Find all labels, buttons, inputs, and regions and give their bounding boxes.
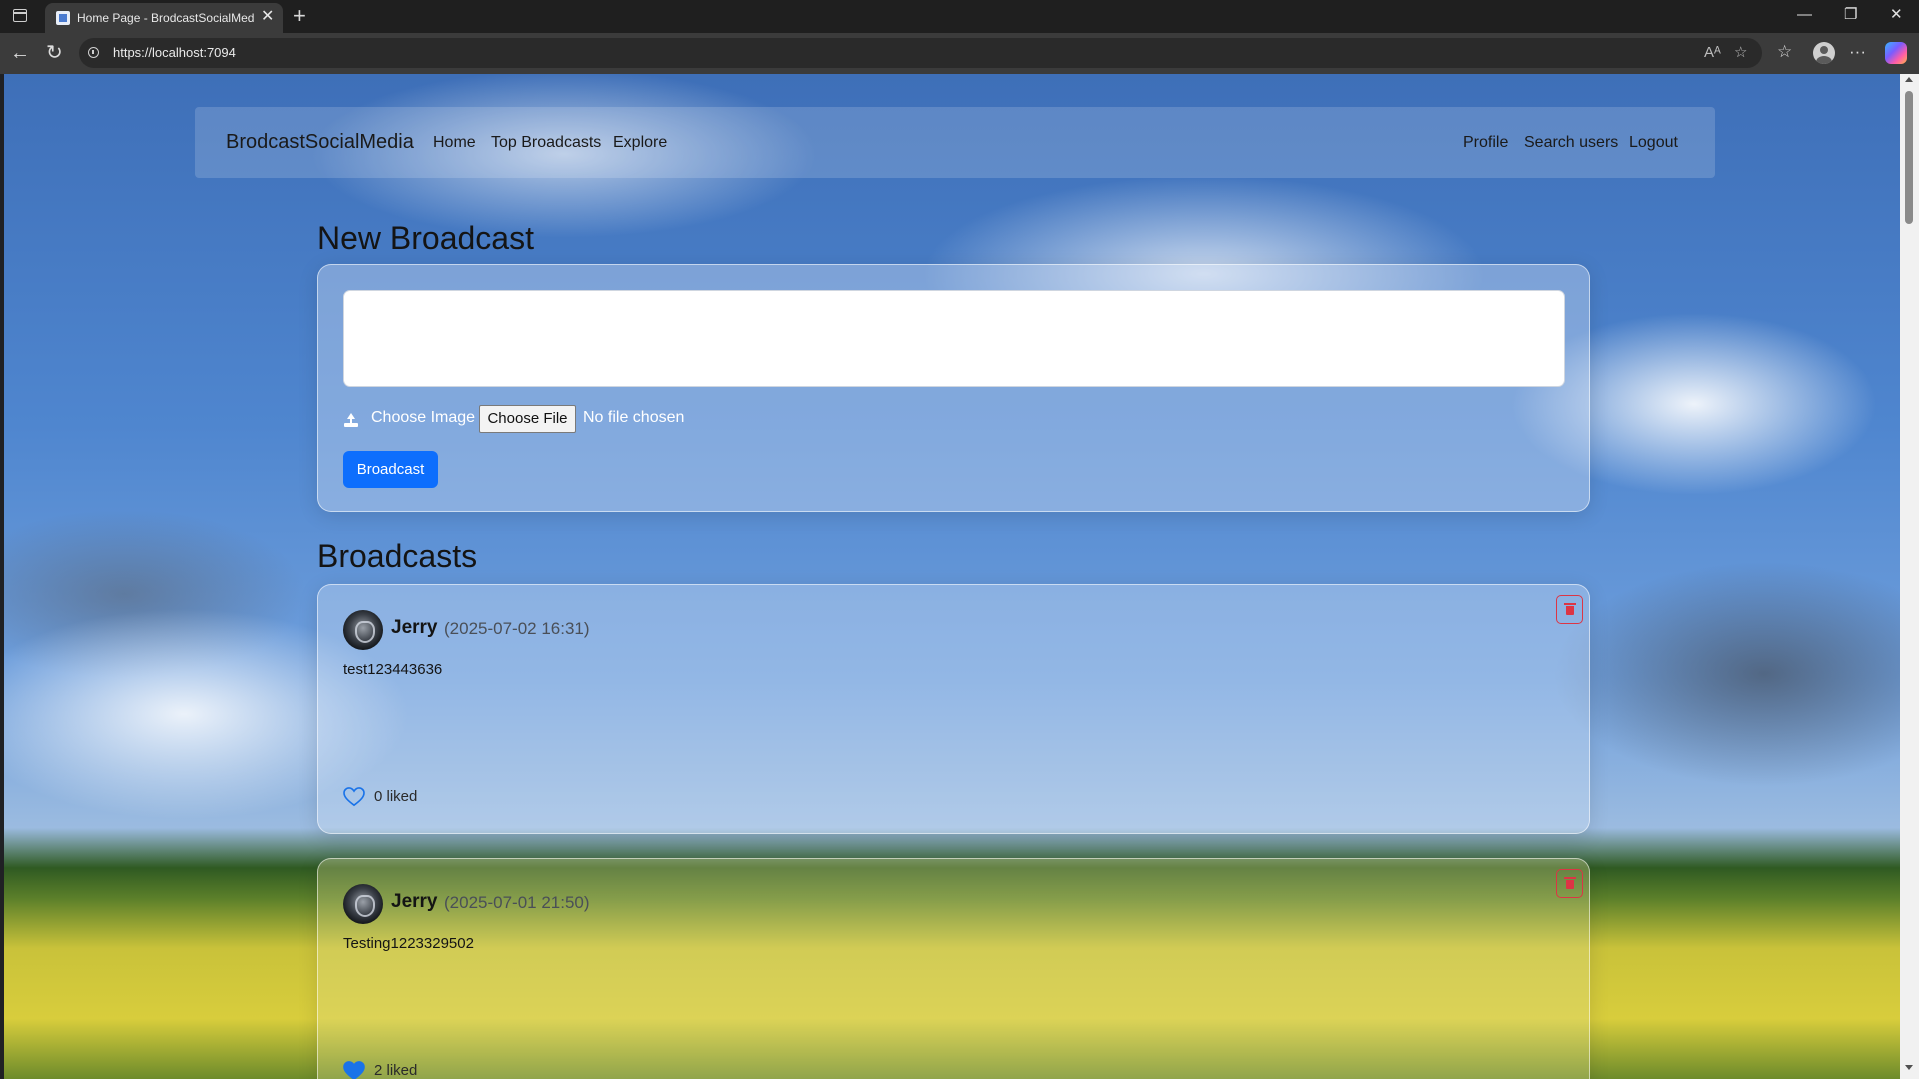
address-bar[interactable]: https://localhost:7094 Aᴬ ☆ bbox=[79, 38, 1762, 68]
avatar[interactable] bbox=[343, 610, 383, 650]
profile-avatar-icon[interactable] bbox=[1813, 42, 1835, 64]
broadcast-textarea[interactable] bbox=[343, 290, 1565, 387]
browser-tab[interactable]: Home Page - BrodcastSocialMedia ✕ bbox=[45, 3, 283, 33]
url-text[interactable]: https://localhost:7094 bbox=[113, 45, 236, 60]
more-menu-icon[interactable]: ··· bbox=[1849, 41, 1866, 63]
copilot-icon[interactable] bbox=[1885, 42, 1907, 64]
window-close-button[interactable]: ✕ bbox=[1890, 6, 1903, 24]
site-info-icon[interactable] bbox=[88, 47, 99, 58]
browser-titlebar: Home Page - BrodcastSocialMedia ✕ + — ❐ … bbox=[0, 0, 1919, 33]
nav-link-search-users[interactable]: Search users bbox=[1524, 134, 1618, 152]
read-aloud-icon[interactable]: Aᴬ bbox=[1704, 44, 1721, 62]
window-restore-button[interactable]: ❐ bbox=[1844, 6, 1857, 24]
page-scrollbar[interactable] bbox=[1900, 74, 1919, 1079]
broadcast-submit-button[interactable]: Broadcast bbox=[343, 451, 438, 488]
post-timestamp: (2025-07-02 16:31) bbox=[444, 619, 590, 638]
new-tab-button[interactable]: + bbox=[293, 4, 306, 28]
back-button[interactable]: ← bbox=[10, 42, 30, 64]
browser-toolbar: ← ↻ https://localhost:7094 Aᴬ ☆ ☆ ··· bbox=[0, 33, 1919, 74]
post-timestamp: (2025-07-01 21:50) bbox=[444, 893, 590, 912]
scroll-thumb[interactable] bbox=[1905, 91, 1913, 224]
favorite-star-icon[interactable]: ☆ bbox=[1734, 44, 1747, 62]
nav-link-top-broadcasts[interactable]: Top Broadcasts bbox=[491, 134, 601, 152]
favorites-icon[interactable]: ☆ bbox=[1777, 41, 1792, 63]
choose-file-button[interactable]: Choose File bbox=[479, 405, 576, 433]
tab-title: Home Page - BrodcastSocialMedia bbox=[77, 11, 255, 25]
avatar[interactable] bbox=[343, 884, 383, 924]
nav-link-logout[interactable]: Logout bbox=[1629, 134, 1678, 152]
reload-button[interactable]: ↻ bbox=[46, 42, 63, 64]
window-minimize-button[interactable]: — bbox=[1797, 6, 1812, 24]
post-author[interactable]: Jerry bbox=[391, 891, 438, 913]
upload-icon bbox=[344, 413, 358, 427]
like-count: 0 liked bbox=[374, 788, 418, 805]
site-brand[interactable]: BrodcastSocialMedia bbox=[226, 131, 414, 154]
like-count: 2 liked bbox=[374, 1062, 418, 1079]
nav-link-profile[interactable]: Profile bbox=[1463, 134, 1508, 152]
site-navbar: BrodcastSocialMedia Home Top Broadcasts … bbox=[195, 107, 1715, 178]
post-text: Testing1223329502 bbox=[343, 935, 474, 952]
broadcast-post: Jerry (2025-07-01 21:50) Testing12233295… bbox=[317, 858, 1590, 1079]
scroll-down-icon[interactable] bbox=[1905, 1065, 1913, 1070]
scroll-up-icon[interactable] bbox=[1905, 77, 1913, 82]
trash-icon bbox=[1564, 877, 1576, 889]
post-author[interactable]: Jerry bbox=[391, 617, 438, 639]
nav-link-home[interactable]: Home bbox=[433, 134, 476, 152]
tab-actions-icon[interactable] bbox=[13, 9, 27, 22]
tab-close-icon[interactable]: ✕ bbox=[261, 8, 274, 26]
delete-post-button[interactable] bbox=[1556, 869, 1583, 898]
new-broadcast-card: Choose Image Choose File No file chosen … bbox=[317, 264, 1590, 512]
trash-icon bbox=[1564, 603, 1576, 615]
page-viewport: BrodcastSocialMedia Home Top Broadcasts … bbox=[4, 74, 1900, 1079]
post-text: test123443636 bbox=[343, 661, 443, 678]
new-broadcast-heading: New Broadcast bbox=[317, 220, 534, 256]
heart-filled-icon[interactable] bbox=[343, 1061, 365, 1079]
broadcasts-heading: Broadcasts bbox=[317, 538, 478, 574]
broadcast-post: Jerry (2025-07-02 16:31) test123443636 0… bbox=[317, 584, 1590, 834]
page-favicon-icon bbox=[56, 11, 70, 25]
file-status-text: No file chosen bbox=[583, 409, 685, 426]
nav-link-explore[interactable]: Explore bbox=[613, 134, 667, 152]
heart-outline-icon[interactable] bbox=[343, 787, 365, 807]
delete-post-button[interactable] bbox=[1556, 595, 1583, 624]
choose-image-label: Choose Image bbox=[371, 409, 476, 426]
